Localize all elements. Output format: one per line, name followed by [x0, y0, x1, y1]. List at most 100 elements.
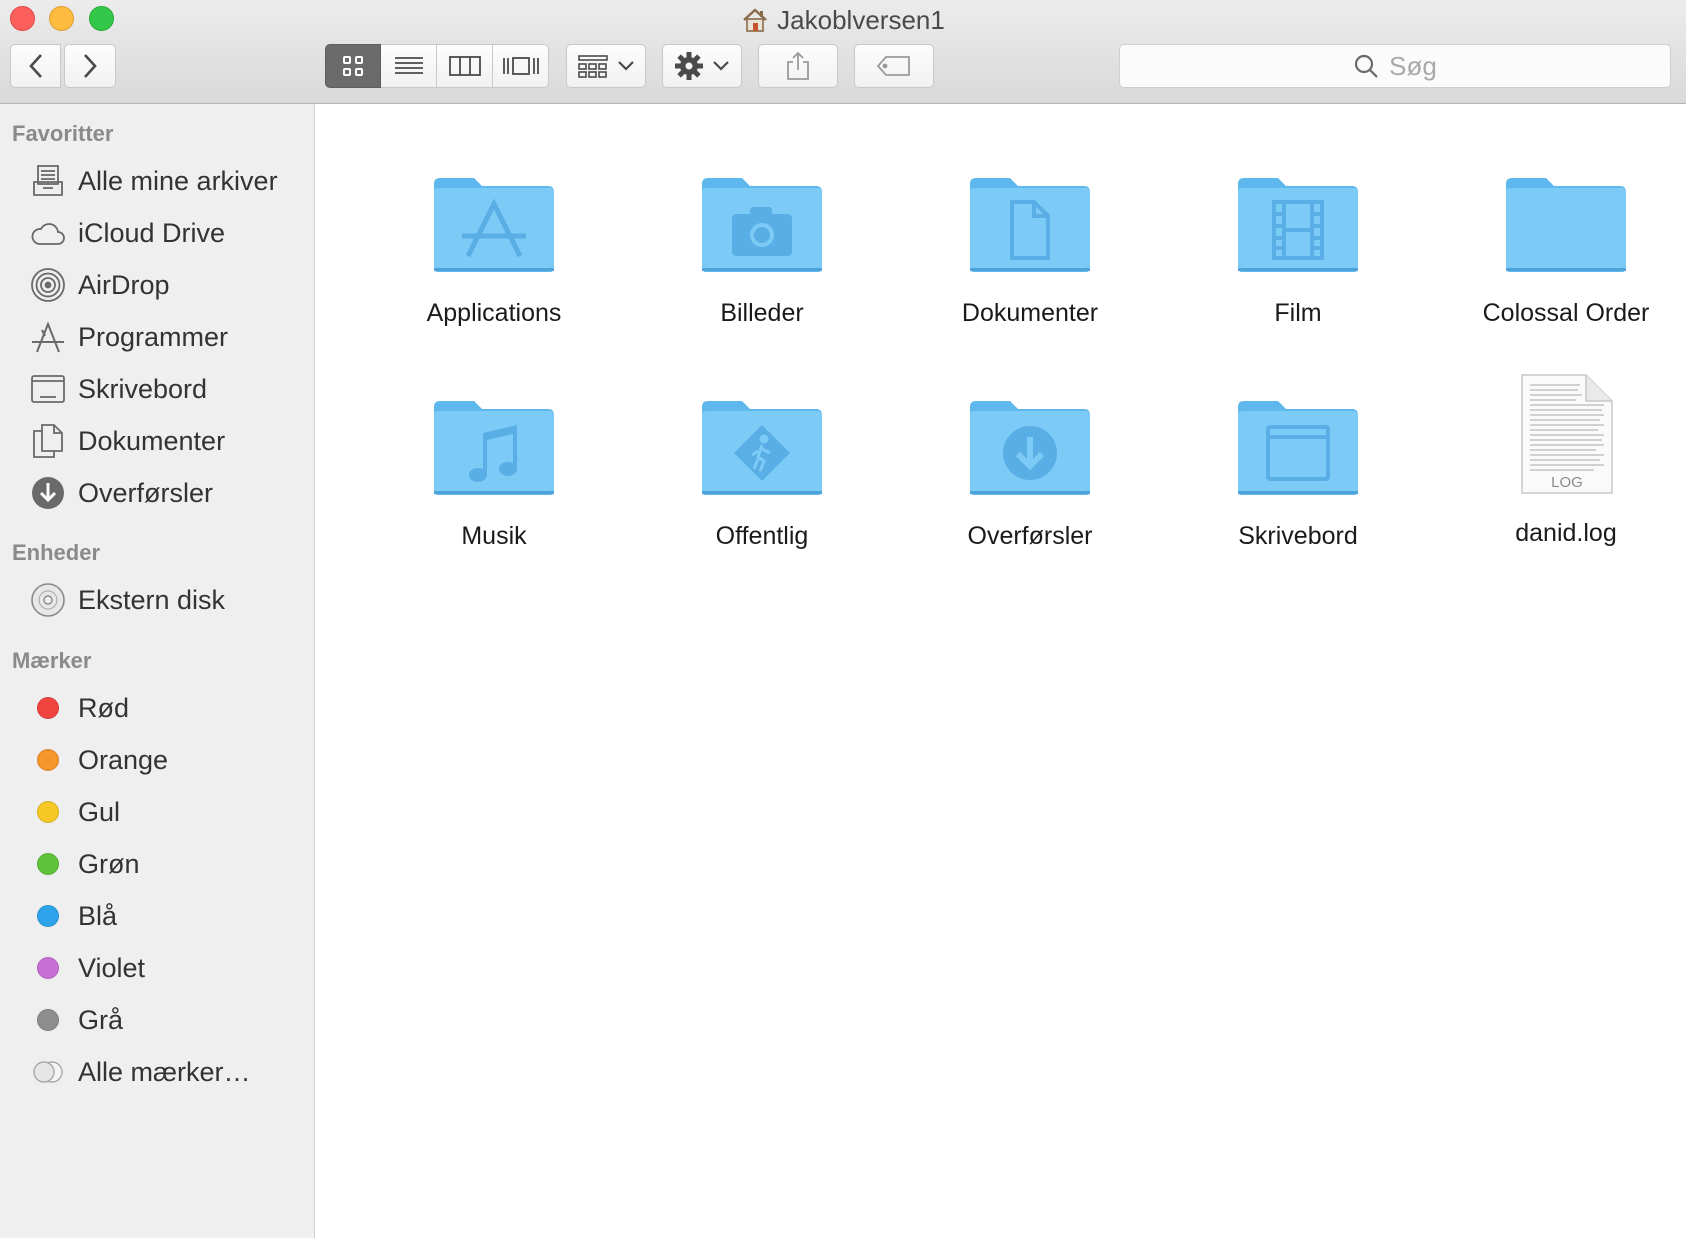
file-item-label: Skrivebord — [1238, 522, 1358, 550]
window-title: Jakoblversen1 — [777, 5, 945, 35]
downloads-icon — [28, 473, 68, 513]
file-type-badge: LOG — [1551, 474, 1583, 491]
sidebar-tag-blue[interactable]: Blå — [0, 891, 315, 941]
tag-color-dot — [37, 853, 59, 875]
cover-flow-icon — [502, 57, 539, 75]
sidebar-item-label: Violet — [78, 952, 146, 983]
file-item-applications[interactable]: Applications — [360, 134, 628, 328]
sidebar-item-label: Alle mærker… — [78, 1056, 251, 1087]
sidebar: Favoritter Alle mine arkiver iCloud Driv… — [0, 104, 315, 1238]
cloud-icon — [28, 213, 68, 253]
action-button[interactable] — [662, 44, 742, 88]
file-item-movies[interactable]: Film — [1164, 134, 1432, 328]
log-file-icon: LOG — [1432, 349, 1686, 497]
tag-color-dot — [37, 697, 59, 719]
sidebar-all-tags[interactable]: Alle mærker… — [0, 1047, 315, 1097]
chevron-down-icon — [713, 61, 729, 71]
sidebar-tag-purple[interactable]: Violet — [0, 943, 315, 993]
sidebar-item-label: Gul — [78, 796, 121, 827]
share-icon — [787, 51, 809, 80]
file-item-danid-log[interactable]: LOG danid.log — [1432, 349, 1686, 548]
edit-tags-button[interactable] — [854, 44, 934, 88]
airdrop-icon — [28, 265, 68, 305]
chevron-right-icon — [84, 54, 97, 78]
sidebar-item-label: AirDrop — [78, 269, 170, 300]
cover-flow-view-button[interactable] — [493, 44, 549, 88]
tag-color-dot — [37, 749, 59, 771]
sidebar-item-programs[interactable]: Programmer — [0, 312, 315, 362]
folder-music-icon — [360, 357, 628, 497]
sidebar-item-label: Rød — [78, 692, 130, 723]
documents-icon — [28, 421, 68, 461]
sidebar-item-label: Overførsler — [78, 477, 213, 508]
forward-button[interactable] — [64, 44, 116, 88]
file-item-music[interactable]: Musik — [360, 357, 628, 551]
search-placeholder: Søg — [1389, 50, 1437, 81]
column-view-icon — [448, 56, 481, 76]
folder-desktop-icon — [1164, 357, 1432, 497]
sidebar-item-label: Grøn — [78, 848, 140, 879]
sidebar-item-label: Grå — [78, 1004, 124, 1035]
file-item-label: Billeder — [720, 299, 804, 327]
sidebar-tag-gray[interactable]: Grå — [0, 995, 315, 1045]
devices-heading: Enheder — [12, 540, 101, 565]
sidebar-item-label: Skrivebord — [78, 373, 208, 404]
sidebar-item-label: Blå — [78, 900, 118, 931]
sidebar-item-documents[interactable]: Dokumenter — [0, 416, 315, 466]
sidebar-item-desktop[interactable]: Skrivebord — [0, 364, 315, 414]
sidebar-item-airdrop[interactable]: AirDrop — [0, 260, 315, 310]
grid-view-icon — [343, 56, 363, 76]
tag-icon — [876, 56, 910, 76]
all-files-icon — [28, 161, 68, 201]
gear-icon — [675, 52, 703, 80]
folder-documents-icon — [896, 134, 1164, 274]
window-title-bar: Jakoblversen1 — [0, 3, 1686, 37]
file-item-label: danid.log — [1515, 519, 1617, 547]
sidebar-item-label: Alle mine arkiver — [78, 165, 278, 196]
list-view-button[interactable] — [381, 44, 437, 88]
column-view-button[interactable] — [437, 44, 493, 88]
desktop-icon — [28, 369, 68, 409]
view-mode-control — [325, 44, 549, 88]
folder-applications-icon — [360, 134, 628, 274]
sidebar-item-all-files[interactable]: Alle mine arkiver — [0, 156, 315, 206]
file-item-label: Film — [1274, 299, 1322, 327]
file-item-desktop[interactable]: Skrivebord — [1164, 357, 1432, 551]
chevron-left-icon — [28, 54, 42, 78]
chevron-down-icon — [618, 61, 634, 71]
sidebar-item-label: Ekstern disk — [78, 584, 226, 615]
sidebar-tag-yellow[interactable]: Gul — [0, 787, 315, 837]
arrange-button[interactable] — [566, 44, 646, 88]
file-item-label: Applications — [426, 299, 562, 327]
file-item-documents[interactable]: Dokumenter — [896, 134, 1164, 328]
file-item-public[interactable]: Offentlig — [628, 357, 896, 551]
sidebar-item-downloads[interactable]: Overførsler — [0, 468, 315, 518]
search-icon — [1355, 54, 1378, 78]
file-icon-grid: Applications Billeder Dokumenter Film Co… — [316, 104, 1686, 1238]
sidebar-item-external-disk[interactable]: Ekstern disk — [0, 575, 315, 625]
all-tags-icon — [28, 1052, 68, 1092]
file-item-pictures[interactable]: Billeder — [628, 134, 896, 328]
back-button[interactable] — [10, 44, 61, 88]
file-item-label: Overførsler — [967, 522, 1093, 550]
sidebar-tag-orange[interactable]: Orange — [0, 735, 315, 785]
icon-view-button[interactable] — [325, 44, 381, 88]
sidebar-item-icloud-drive[interactable]: iCloud Drive — [0, 208, 315, 258]
sidebar-item-label: Orange — [78, 744, 169, 775]
file-item-label: Colossal Order — [1482, 299, 1650, 327]
folder-icon — [1432, 134, 1686, 274]
share-button[interactable] — [758, 44, 838, 88]
tag-color-dot — [37, 957, 59, 979]
file-item-downloads[interactable]: Overførsler — [896, 357, 1164, 551]
home-icon — [741, 7, 769, 41]
file-item-colossal-order[interactable]: Colossal Order — [1432, 134, 1686, 328]
sidebar-tag-red[interactable]: Rød — [0, 683, 315, 733]
tags-heading: Mærker — [12, 648, 92, 673]
file-item-label: Musik — [461, 522, 527, 550]
disc-icon — [28, 580, 68, 620]
sidebar-tag-green[interactable]: Grøn — [0, 839, 315, 889]
search-field[interactable]: Søg — [1119, 44, 1671, 88]
tag-color-dot — [37, 1009, 59, 1031]
file-item-label: Offentlig — [715, 522, 809, 550]
apps-icon — [28, 317, 68, 357]
